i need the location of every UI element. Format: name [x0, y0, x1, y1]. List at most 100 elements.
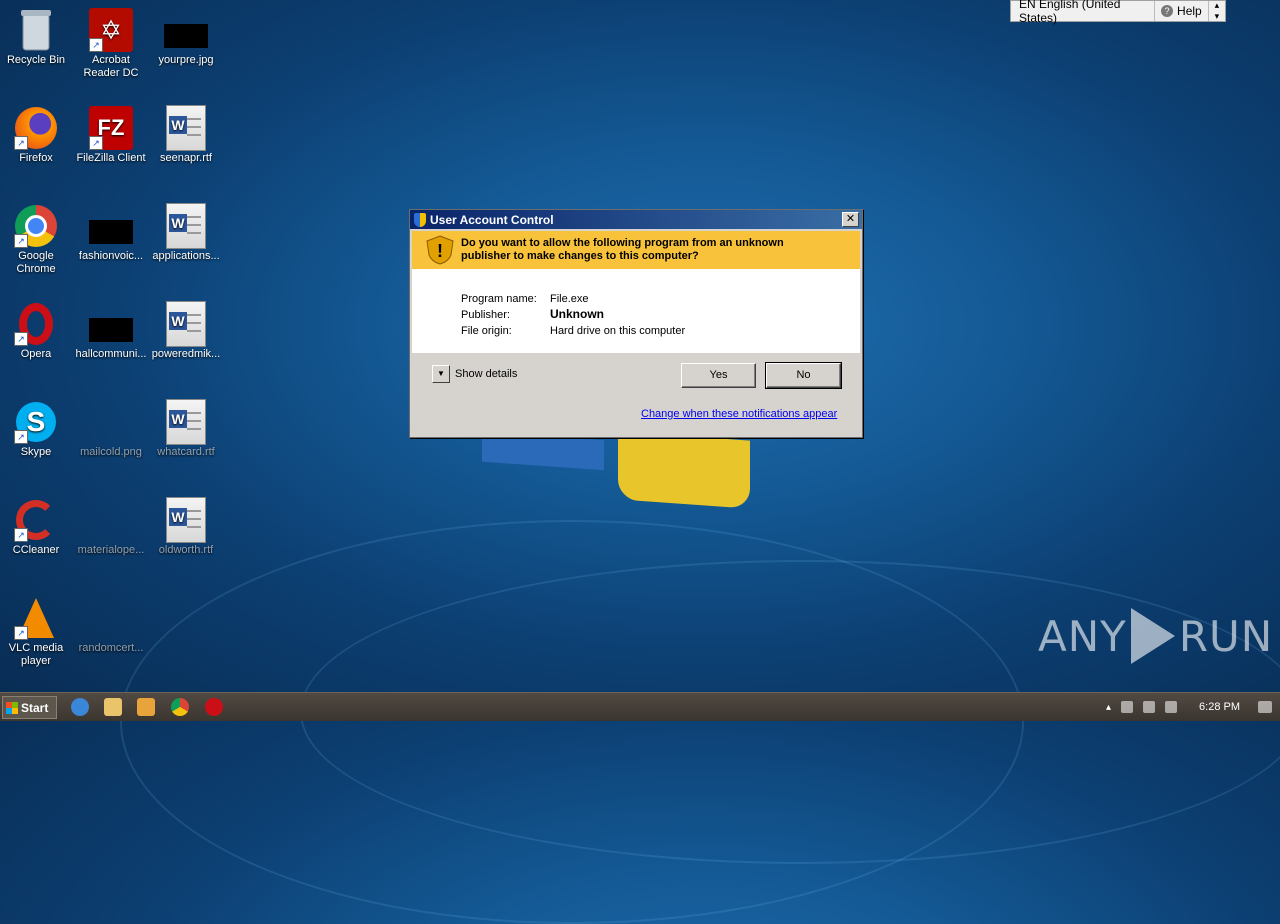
watermark-left: ANY — [1038, 611, 1127, 661]
uac-details: Program name: File.exe Publisher: Unknown … — [412, 269, 860, 353]
desktop-icon-firefox[interactable]: ↗ Firefox — [0, 106, 74, 165]
shortcut-arrow-icon: ↗ — [14, 234, 28, 248]
desktop-icon-mailcold[interactable]: mailcold.png — [73, 400, 149, 459]
close-icon[interactable]: ✕ — [842, 212, 859, 227]
shortcut-arrow-icon: ↗ — [89, 136, 103, 150]
acrobat-icon: ✡ ↗ — [89, 8, 133, 52]
desktop-icon-label: mailcold.png — [80, 446, 142, 458]
warning-shield-icon: ! — [426, 235, 454, 265]
image-file-icon — [164, 8, 208, 52]
start-button[interactable]: Start — [2, 696, 57, 719]
desktop-icon-label: yourpre.jpg — [158, 54, 214, 66]
desktop-icon-materialope[interactable]: materialope... — [73, 498, 149, 557]
recycle-bin-icon — [14, 8, 58, 52]
desktop-icon-label: Skype — [20, 446, 52, 458]
start-label: Start — [21, 700, 49, 715]
chrome-taskbar-icon[interactable] — [171, 698, 189, 716]
desktop-icon-oldworth[interactable]: W oldworth.rtf — [148, 497, 224, 557]
desktop-icon-opera[interactable]: ↗ Opera — [0, 302, 74, 361]
watermark-right: RUN — [1178, 611, 1274, 661]
ccleaner-icon: ↗ — [14, 498, 58, 542]
desktop-icon-seenapr[interactable]: W seenapr.rtf — [148, 105, 224, 165]
desktop-icon-hallcommuni[interactable]: hallcommuni... — [73, 302, 149, 361]
no-button[interactable]: No — [765, 362, 842, 389]
desktop-icon-label: applications... — [152, 250, 220, 262]
tray-expand-icon[interactable]: ▴ — [1106, 702, 1111, 713]
clock[interactable]: 6:28 PM — [1199, 701, 1240, 713]
desktop-icon-acrobat[interactable]: ✡ ↗ Acrobat Reader DC — [73, 8, 149, 80]
desktop-icon-vlc[interactable]: ↗ VLC media player — [0, 596, 74, 668]
desktop-icon-yourpre[interactable]: yourpre.jpg — [148, 8, 224, 67]
language-bar-options-icon[interactable]: ▴ ▾ — [1209, 0, 1225, 22]
opera-taskbar-icon[interactable] — [205, 698, 223, 716]
image-file-icon — [89, 400, 133, 444]
file-icon — [89, 302, 133, 346]
help-label: Help — [1177, 4, 1202, 18]
desktop-icon-label: Google Chrome — [16, 250, 56, 275]
network-icon[interactable] — [1143, 701, 1156, 713]
file-origin-value: Hard drive on this computer — [550, 325, 686, 337]
shortcut-arrow-icon: ↗ — [89, 38, 103, 52]
play-logo-icon — [1130, 608, 1175, 664]
windows-flag-icon — [6, 701, 18, 714]
media-player-icon[interactable] — [137, 698, 155, 716]
program-name-label: Program name: — [461, 293, 537, 305]
desktop-icon-chrome[interactable]: ↗ Google Chrome — [0, 204, 74, 276]
internet-explorer-icon[interactable] — [71, 698, 89, 716]
shortcut-arrow-icon: ↗ — [14, 626, 28, 640]
opera-icon: ↗ — [14, 302, 58, 346]
language-selector[interactable]: EN English (United States) — [1011, 0, 1156, 25]
desktop-icon-label: whatcard.rtf — [157, 446, 215, 458]
desktop-icon-recycle-bin[interactable]: Recycle Bin — [0, 8, 74, 67]
file-icon — [89, 498, 133, 542]
skype-icon: S ↗ — [14, 400, 58, 444]
volume-icon[interactable] — [1121, 701, 1134, 713]
uac-dialog: User Account Control ✕ ! Do you want to … — [409, 209, 863, 438]
desktop-icon-label: VLC media player — [8, 642, 64, 667]
desktop-icon-label: Opera — [20, 348, 52, 360]
desktop-icon-ccleaner[interactable]: ↗ CCleaner — [0, 498, 74, 557]
show-desktop-icon[interactable] — [1258, 701, 1272, 713]
program-name-value: File.exe — [550, 293, 589, 305]
windows-logo-yellow — [618, 431, 750, 509]
desktop-icon-label: fashionvoic... — [78, 250, 144, 262]
uac-titlebar[interactable]: User Account Control — [410, 210, 862, 229]
yes-button[interactable]: Yes — [681, 363, 756, 388]
help-button[interactable]: ? Help — [1155, 1, 1209, 21]
anyrun-watermark: ANY RUN — [1038, 608, 1273, 664]
desktop-icon-fashionvoic[interactable]: fashionvoic... — [73, 204, 149, 263]
svg-text:!: ! — [437, 241, 443, 261]
word-document-icon: W — [164, 203, 208, 249]
desktop-icon-label: CCleaner — [12, 544, 60, 556]
desktop-icon-applications[interactable]: W applications... — [148, 203, 224, 263]
word-document-icon: W — [164, 301, 208, 347]
desktop-icon-label: randomcert... — [78, 642, 144, 654]
show-details-toggle[interactable]: ▼ Show details — [432, 365, 517, 383]
desktop-icon-label: seenapr.rtf — [160, 152, 212, 164]
publisher-value: Unknown — [550, 307, 604, 321]
chevron-down-icon: ▼ — [432, 365, 450, 383]
system-tray: ▴ 6:28 PM — [1106, 693, 1280, 721]
desktop-icon-whatcard[interactable]: W whatcard.rtf — [148, 399, 224, 459]
word-document-icon: W — [164, 497, 208, 543]
uac-warning-banner: ! Do you want to allow the following pro… — [412, 231, 860, 269]
help-icon: ? — [1161, 5, 1174, 17]
firefox-icon: ↗ — [14, 106, 58, 150]
file-origin-label: File origin: — [461, 325, 512, 337]
desktop-icon-randomcert[interactable]: randomcert... — [73, 596, 149, 655]
action-center-flag-icon[interactable] — [1165, 701, 1178, 713]
desktop-icon-poweredmik[interactable]: W poweredmik... — [148, 301, 224, 361]
change-notifications-link[interactable]: Change when these notifications appear — [641, 408, 837, 420]
taskbar: Start ▴ 6:28 PM — [0, 692, 1280, 721]
desktop-icon-label: poweredmik... — [151, 348, 221, 360]
shortcut-arrow-icon: ↗ — [14, 430, 28, 444]
desktop-icon-label: Recycle Bin — [6, 54, 66, 66]
desktop-icon-filezilla[interactable]: FZ ↗ FileZilla Client — [73, 106, 149, 165]
shortcut-arrow-icon: ↗ — [14, 528, 28, 542]
file-explorer-icon[interactable] — [104, 698, 122, 716]
desktop-icon-skype[interactable]: S ↗ Skype — [0, 400, 74, 459]
desktop-icon-label: FileZilla Client — [76, 152, 146, 164]
uac-title: User Account Control — [430, 212, 554, 227]
publisher-label: Publisher: — [461, 309, 510, 321]
word-document-icon: W — [164, 105, 208, 151]
